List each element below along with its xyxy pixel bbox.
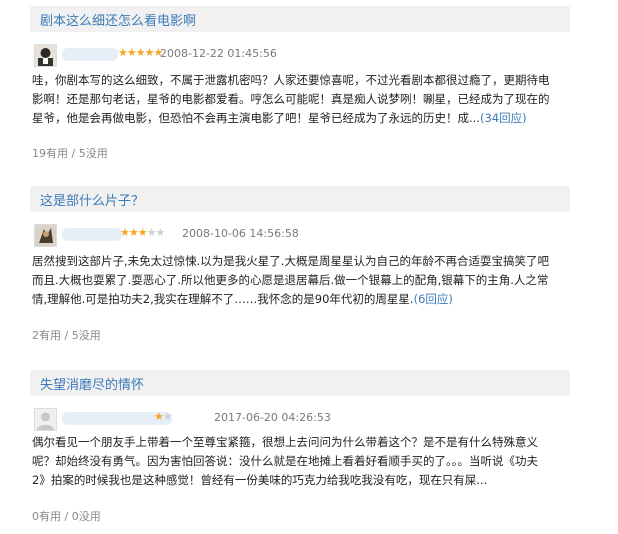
vote-counts: 0有用 / 0没用 xyxy=(32,510,101,523)
avatar[interactable] xyxy=(34,224,57,247)
useless-count[interactable]: 5没用 xyxy=(72,329,101,342)
review-line: 2》拍案的时候我也是这种感觉！曾经有一份美味的巧克力给我吃我没有吃，现在只有屎.… xyxy=(32,473,488,487)
vote-counts: 19有用 / 5没用 xyxy=(32,147,108,160)
reply-count-link[interactable]: (6回应) xyxy=(414,292,453,306)
avatar[interactable] xyxy=(34,408,57,431)
username-link[interactable] xyxy=(62,48,118,61)
review-line: 星爷，他是会再做电影，但恐怕不会再主演电影了吧！星爷已经成为了永远的历史！成..… xyxy=(32,111,527,125)
review-title-bar: 这是部什么片子？ xyxy=(30,186,570,212)
review-card-3: 失望消磨尽的情怀 ★★ 2017-06-20 04:26:53 偶尔看见一个朋友… xyxy=(30,370,570,530)
review-line: 呢？却始终没有勇气。因为害怕回答说：没什么就是在地摊上看着好看顺手买的了。。。当… xyxy=(32,454,538,468)
rating-stars: ★★★★★ xyxy=(120,226,165,239)
vote-counts: 2有用 / 5没用 xyxy=(32,329,101,342)
rating-stars: ★★ xyxy=(154,410,173,423)
review-line: 情,理解他.可是拍功夫2,我实在理解不了……我怀念的是90年代初的周星星.(6回… xyxy=(32,292,453,306)
review-line: 影啊！还是那句老话，星爷的电影都爱看。哼怎么可能呢！真是痴人说梦咧！唰星，已经成… xyxy=(32,92,550,106)
review-card-1: 剧本这么细还怎么看电影啊 ★★★★★ 2008-12-22 01:45:56 哇… xyxy=(30,6,570,160)
review-card-2: 这是部什么片子？ ★★★★★ 2008-10-06 14:56:58 居然搜到这… xyxy=(30,186,570,342)
review-title-link[interactable]: 剧本这么细还怎么看电影啊 xyxy=(40,10,196,29)
username-link[interactable] xyxy=(62,228,122,241)
review-line: 居然搜到这部片子,未免太过惊悚.以为是我火星了.大概是周星星认为自己的年龄不再合… xyxy=(32,254,549,268)
review-time: 2008-12-22 01:45:56 xyxy=(160,47,277,60)
review-title-bar: 失望消磨尽的情怀 xyxy=(30,370,570,396)
avatar[interactable] xyxy=(34,44,57,67)
review-title-link[interactable]: 失望消磨尽的情怀 xyxy=(40,374,144,393)
review-line: 偶尔看见一个朋友手上带着一个至尊宝紧箍，很想上去问问为什么带着这个？是不是有什么… xyxy=(32,435,538,449)
default-avatar-icon xyxy=(35,409,56,430)
useless-count[interactable]: 0没用 xyxy=(72,510,101,523)
useful-count[interactable]: 19有用 xyxy=(32,147,68,160)
review-body: 居然搜到这部片子,未免太过惊悚.以为是我火星了.大概是周星星认为自己的年龄不再合… xyxy=(32,252,562,309)
review-time: 2017-06-20 04:26:53 xyxy=(214,411,331,424)
reply-count-link[interactable]: (34回应) xyxy=(480,111,527,125)
rating-stars: ★★★★★ xyxy=(118,46,163,59)
review-title-bar: 剧本这么细还怎么看电影啊 xyxy=(30,6,570,32)
review-title-link[interactable]: 这是部什么片子？ xyxy=(40,190,144,209)
user-avatar-icon xyxy=(35,225,56,246)
review-line: 而且.大概也耍累了.耍恶心了.所以他更多的心愿是退居幕后.做一个银幕上的配角,银… xyxy=(32,273,549,287)
review-time: 2008-10-06 14:56:58 xyxy=(182,227,299,240)
review-body: 哇，你剧本写的这么细致，不属于泄露机密吗？人家还要惊喜呢，不过光看剧本都很过瘾了… xyxy=(32,71,562,128)
useful-count[interactable]: 2有用 xyxy=(32,329,61,342)
useless-count[interactable]: 5没用 xyxy=(79,147,108,160)
review-body: 偶尔看见一个朋友手上带着一个至尊宝紧箍，很想上去问问为什么带着这个？是不是有什么… xyxy=(32,433,562,490)
useful-count[interactable]: 0有用 xyxy=(32,510,61,523)
user-avatar-icon xyxy=(35,45,56,66)
review-line: 哇，你剧本写的这么细致，不属于泄露机密吗？人家还要惊喜呢，不过光看剧本都很过瘾了… xyxy=(32,73,550,87)
